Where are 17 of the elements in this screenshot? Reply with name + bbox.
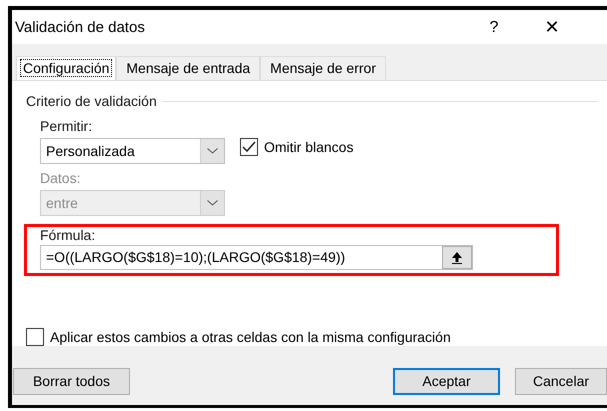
tab[interactable]: Mensaje de entrada bbox=[116, 56, 260, 80]
field-label: Fórmula: bbox=[40, 227, 96, 244]
dropdown[interactable]: Personalizada bbox=[40, 138, 225, 164]
close-button[interactable]: ✕ bbox=[537, 18, 567, 36]
checkbox-label: Aplicar estos cambios a otras celdas con la misma configuración bbox=[50, 328, 451, 346]
dialog-button[interactable]: Aceptar bbox=[393, 368, 500, 396]
help-button[interactable]: ? bbox=[479, 18, 509, 36]
dialog-button[interactable]: Borrar todos bbox=[13, 368, 130, 396]
tab[interactable]: Mensaje de error bbox=[260, 56, 386, 80]
field-label: Permitir: bbox=[40, 118, 94, 136]
field-label: Datos: bbox=[40, 170, 82, 188]
formula-field[interactable]: =O((LARGO($G$18)=10);(LARGO($G$18)=49)) bbox=[40, 245, 473, 270]
tab[interactable]: Configuración bbox=[16, 56, 116, 80]
window-title: Validación de datos bbox=[15, 18, 145, 36]
dialog-button[interactable]: Cancelar bbox=[515, 368, 607, 396]
checkbox-label: Omitir blancos bbox=[264, 138, 354, 156]
group-title: Criterio de validación bbox=[26, 93, 157, 110]
